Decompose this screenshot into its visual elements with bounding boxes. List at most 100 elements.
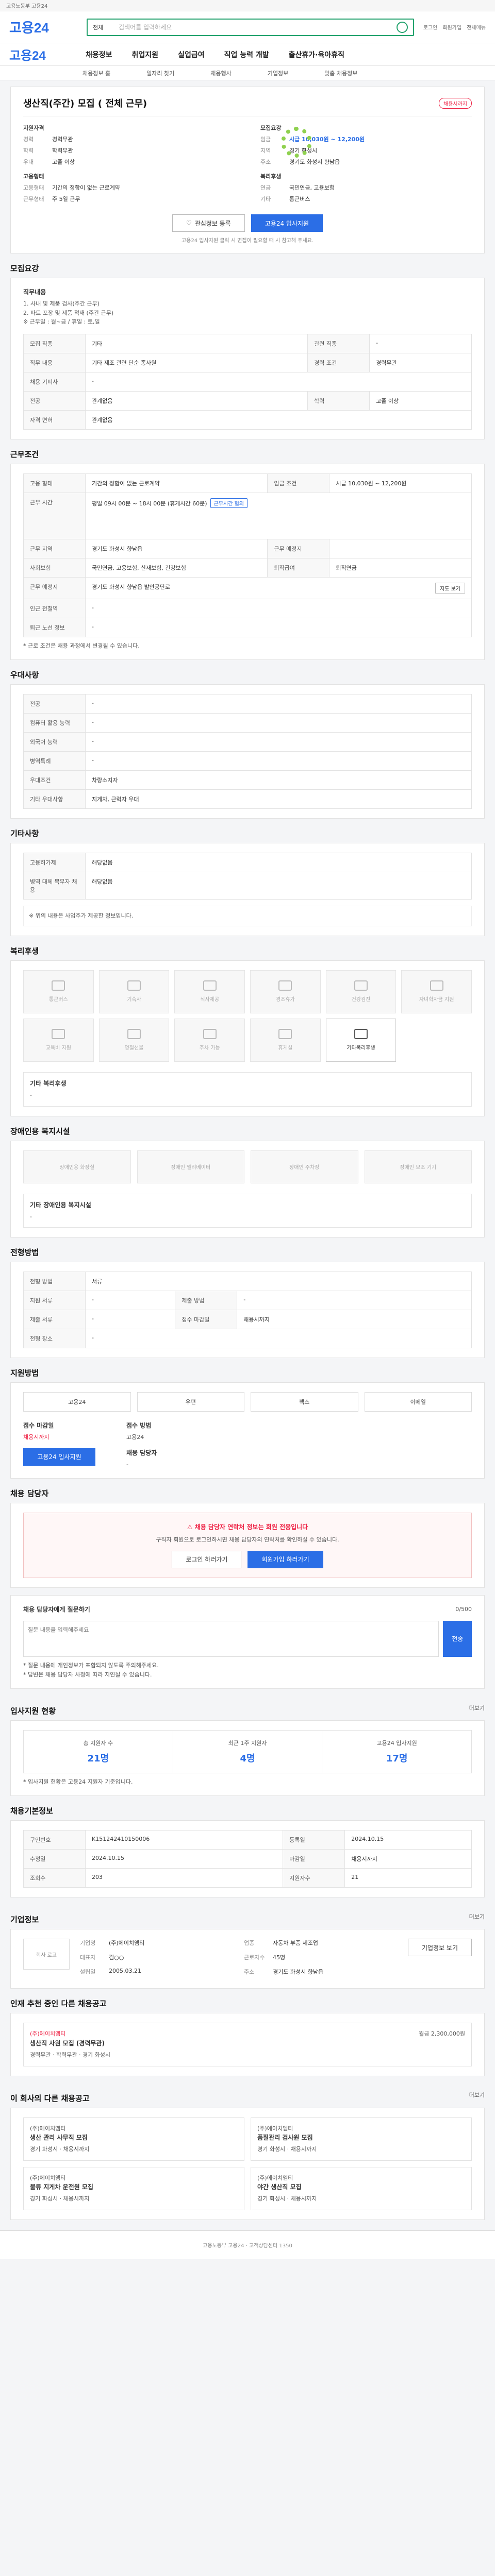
join-button[interactable]: 회원가입 하러가기 [248, 1550, 323, 1568]
welfare-label: 자녀학자금 지원 [419, 997, 454, 1003]
qna-note: * 답변은 채용 담당자 사정에 따라 지연될 수 있습니다. [23, 1671, 152, 1678]
related-job-meta: 경기 화성시 · 채용시까지 [30, 2146, 90, 2153]
related-job-org: (주)에이치엠티 [257, 2125, 293, 2132]
related-job-org: (주)에이치엠티 [30, 2125, 66, 2132]
welfare-item: 식사제공 [174, 970, 245, 1013]
stat-total: 총 지원자 수 21명 [24, 1731, 173, 1773]
welfare-icon [203, 980, 217, 991]
kv-key: 고용형태 [23, 184, 44, 191]
nav-item-training[interactable]: 직업 능력 개발 [224, 49, 269, 60]
welfare-item: 기타복리후생 [325, 1018, 397, 1062]
work-hours-text: 평일 09시 00분 ~ 18시 00분 (휴게시간 60분) [92, 500, 207, 507]
table-row: 전형 방법 서류 [23, 1272, 472, 1292]
nav-item-jobs[interactable]: 채용정보 [86, 49, 112, 60]
kv-value: 경기도 화성시 향남읍 [289, 159, 340, 165]
nav-brand[interactable]: 고용24 [9, 45, 66, 63]
table-header-cell: 인근 전철역 [23, 598, 86, 618]
stats-more-link[interactable]: 더보기 [469, 1704, 485, 1713]
subnav-item[interactable]: 맞춤 채용정보 [324, 69, 357, 77]
welfare-other-box: 기타 복리후생 - [23, 1072, 472, 1107]
subnav-item[interactable]: 일자리 찾기 [146, 69, 174, 77]
company-info-button[interactable]: 기업정보 보기 [407, 1939, 472, 1957]
login-button[interactable]: 로그인 하러가기 [172, 1550, 242, 1568]
table-header-cell: 학력 [307, 391, 370, 411]
apply-button-secondary[interactable]: 고용24 입사지원 [23, 1448, 95, 1466]
question-submit-button[interactable]: 전송 [443, 1620, 472, 1657]
qna-note: * 질문 내용에 개인정보가 포함되지 않도록 주의해주세요. [23, 1662, 159, 1669]
apply-method-mail: 우편 [137, 1392, 244, 1412]
search-input[interactable]: 검색어를 입력하세요 [119, 23, 391, 31]
question-input[interactable] [23, 1620, 439, 1657]
related-job-title[interactable]: 품질관리 검사원 모집 [257, 2133, 465, 2142]
nav-item-unemployment-benefit[interactable]: 실업급여 [178, 49, 205, 60]
accessibility-other-value: - [30, 1213, 32, 1220]
receipt-value: 채용시까지 [23, 1434, 50, 1441]
nav-item-employment-support[interactable]: 취업지원 [132, 49, 159, 60]
table-cell: - [369, 333, 472, 353]
recruit-table: 모집 직종 기타 관련 직종 - 직무 내용 기타 제조 관련 단순 종사원 경력 조건 경… [23, 333, 472, 430]
welfare-label: 기숙사 [127, 997, 141, 1003]
table-cell: 기타 [85, 333, 308, 353]
related-job-card[interactable]: (주)에이치엠티 품질관리 검사원 모집 경기 화성시 · 채용시까지 [251, 2117, 472, 2161]
table-cell: 2024.10.15 [85, 1849, 284, 1869]
related-job-title[interactable]: 물류 지게차 운전원 모집 [30, 2182, 238, 2191]
table-row: 근무 지역 경기도 화성시 향남읍 근무 예정지 [23, 538, 472, 558]
related-job-card[interactable]: (주)에이치엠티 야간 생산직 모집 경기 화성시 · 채용시까지 [251, 2166, 472, 2210]
nav-item-parental-leave[interactable]: 출산휴가·육아휴직 [289, 49, 344, 60]
stats-card: 총 지원자 수 21명 최근 1주 지원자 4명 고용24 입사지원 17명 * 입사… [10, 1720, 485, 1797]
site-logo[interactable]: 고용24 [9, 18, 87, 37]
interest-register-button[interactable]: ♡ 관심정보 등록 [172, 214, 245, 232]
table-cell: 경력무관 [369, 352, 472, 372]
search-icon[interactable] [396, 21, 408, 33]
heart-icon: ♡ [186, 219, 192, 227]
table-cell: 서류 [85, 1272, 472, 1292]
table-row: 전공 - [23, 694, 472, 714]
related-job-card[interactable]: (주)에이치엠티 물류 지게차 운전원 모집 경기 화성시 · 채용시까지 [23, 2166, 244, 2210]
qna-card: 채용 담당자에게 질문하기 0/500 전송 * 질문 내용에 개인정보가 포함… [10, 1595, 485, 1689]
related-more-link[interactable]: 더보기 [469, 2091, 485, 2100]
company-more-link[interactable]: 더보기 [469, 1912, 485, 1922]
join-link[interactable]: 회원가입 [442, 23, 461, 31]
subnav-item[interactable]: 채용행사 [210, 69, 231, 77]
welfare-label: 식사제공 [200, 997, 220, 1003]
related-job-title[interactable]: 야간 생산직 모집 [257, 2182, 465, 2191]
job-card-title[interactable]: 생산직 사원 모집 (경력무관) [30, 2039, 110, 2047]
other-note: ※ 위의 내용은 사업주가 제공한 정보입니다. [23, 906, 472, 926]
table-header-cell: 채용 기피사 [23, 371, 86, 392]
related-job-title[interactable]: 생산 관리 사무직 모집 [30, 2133, 238, 2142]
table-cell: - [85, 751, 472, 771]
screening-heading: 전형방법 [10, 1248, 39, 1258]
apply-button[interactable]: 고용24 입사지원 [251, 214, 323, 232]
top-utility-bar: 고용노동부 고용24 [0, 0, 495, 11]
table-cell: - [85, 617, 472, 637]
table-row: 모집 직종 기타 관련 직종 - [23, 333, 472, 353]
welfare-item: 통근버스 [23, 970, 94, 1013]
kv-value: 고졸 이상 [52, 159, 75, 165]
search-bar[interactable]: 전체 검색어를 입력하세요 [87, 18, 414, 36]
duty-line: 2. 파트 포장 및 제품 적재 (주간 근무) [23, 309, 114, 316]
related-job-card[interactable]: (주)에이치엠티 생산 관리 사무직 모집 경기 화성시 · 채용시까지 [23, 2117, 244, 2161]
subnav-item[interactable]: 기업정보 [268, 69, 288, 77]
table-cell [329, 538, 472, 558]
table-cell: - [85, 1329, 472, 1349]
welfare-icon [127, 1029, 141, 1040]
login-link[interactable]: 로그인 [423, 23, 438, 31]
search-scope-select[interactable]: 전체 [93, 23, 113, 31]
map-view-button[interactable]: 지도 보기 [435, 582, 465, 594]
welfare-item: 기숙사 [98, 970, 170, 1013]
kv-value: 기간의 정함이 없는 근로계약 [52, 184, 120, 191]
kv-value: 경기도 화성시 향남읍 [272, 1969, 324, 1976]
table-cell: 채용시까지 [344, 1849, 472, 1869]
accessibility-heading: 장애인용 복지시설 [10, 1126, 70, 1136]
kv-value: 통근버스 [289, 196, 310, 202]
all-menu-link[interactable]: 전체메뉴 [467, 23, 486, 31]
condition-heading: 근무조건 [10, 449, 39, 459]
info-card: 구인번호 K151242410150006 등록일 2024.10.15 수정일 202… [10, 1820, 485, 1898]
table-row: 퇴근 노선 정보 - [23, 617, 472, 637]
kv-key: 주소 [260, 159, 271, 165]
welfare-item: 건강검진 [325, 970, 397, 1013]
topbar-label: 고용노동부 고용24 [6, 4, 48, 9]
accessibility-grid: 장애인용 화장실 장애인 엘리베이터 장애인 주차장 장애인 보조 기기 [23, 1150, 472, 1183]
job-card[interactable]: (주)에이치엠티 생산직 사원 모집 (경력무관) 경력무관 · 학력무관 · … [23, 2023, 472, 2066]
subnav-item[interactable]: 채용정보 홈 [82, 69, 110, 77]
